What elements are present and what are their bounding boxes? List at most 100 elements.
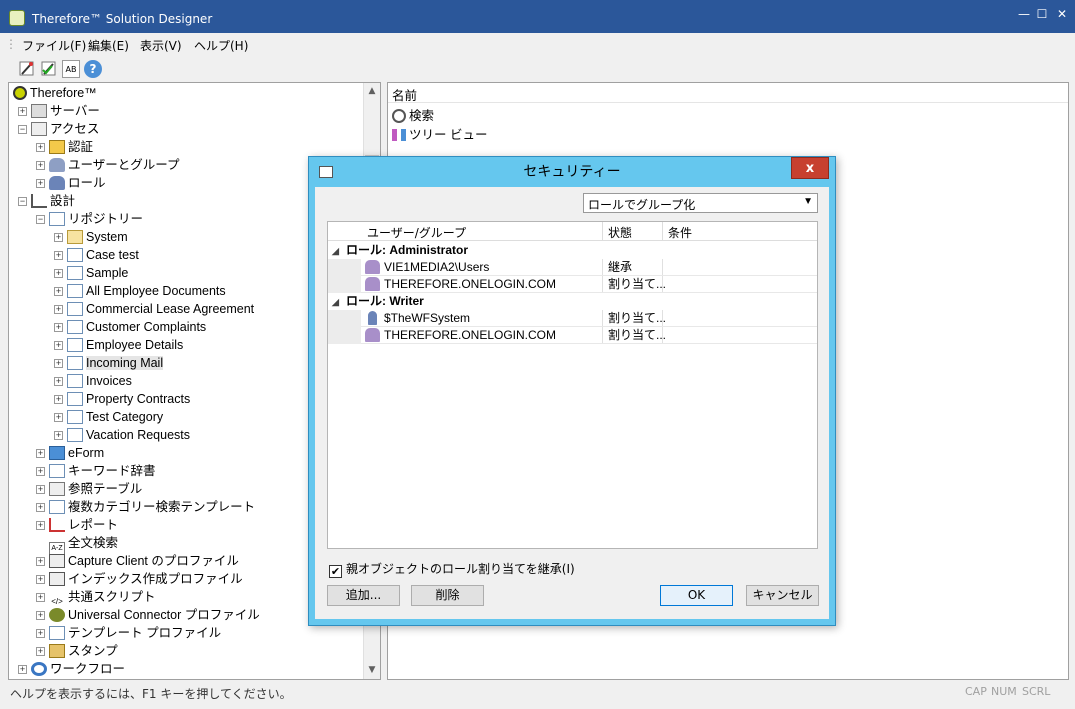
list-column-name[interactable]: 名前 <box>388 83 1068 103</box>
wand-check-icon[interactable] <box>40 60 58 78</box>
menu-edit[interactable]: 編集(E) <box>88 37 129 54</box>
tree-item-category-selected[interactable]: + Incoming Mail <box>54 354 164 372</box>
tree-item-access[interactable]: − アクセス <box>18 120 99 138</box>
tree-item-category[interactable]: + Sample <box>54 264 128 282</box>
help-icon[interactable]: ? <box>84 60 102 78</box>
text-icon[interactable]: AB <box>62 60 80 78</box>
tree-item-reference-table[interactable]: + 参照テーブル <box>36 480 142 498</box>
tree-item-roles[interactable]: + ロール <box>36 174 106 192</box>
table-row[interactable]: VIE1MEDIA2\Users 継承 <box>328 259 817 276</box>
tree-item-category[interactable]: + System <box>54 228 128 246</box>
tree-item-category[interactable]: + Property Contracts <box>54 390 191 408</box>
tree-item-category[interactable]: + Commercial Lease Agreement <box>54 300 254 318</box>
expand-icon[interactable]: + <box>54 359 63 368</box>
collapse-icon[interactable]: − <box>18 197 27 206</box>
table-row[interactable]: $TheWFSystem 割り当て... <box>328 310 817 327</box>
tree-item-category[interactable]: + Case test <box>54 246 139 264</box>
expand-icon[interactable]: + <box>54 341 63 350</box>
group-row-administrator[interactable]: ◢ ロール: Administrator <box>332 242 468 259</box>
table-row[interactable]: THEREFORE.ONELOGIN.COM 割り当て... <box>328 327 817 344</box>
ok-button[interactable]: OK <box>660 585 733 606</box>
delete-button[interactable]: 削除 <box>411 585 484 606</box>
tree-root[interactable]: Therefore™ <box>13 84 97 102</box>
expand-icon[interactable]: + <box>54 413 63 422</box>
expand-icon[interactable]: + <box>36 521 45 530</box>
list-item-search[interactable]: 検索 <box>392 105 434 124</box>
expand-icon[interactable]: + <box>18 665 27 674</box>
collapse-icon[interactable]: − <box>18 125 27 134</box>
group-by-select[interactable]: ロールでグループ化 ▼ <box>583 193 818 213</box>
column-user-group[interactable]: ユーザー/グループ <box>367 224 466 241</box>
column-status[interactable]: 状態 <box>608 224 632 241</box>
expand-icon[interactable]: + <box>36 467 45 476</box>
scroll-down-icon[interactable]: ▼ <box>364 662 380 679</box>
tree-item-auth[interactable]: + 認証 <box>36 138 93 156</box>
menu-help[interactable]: ヘルプ(H) <box>194 37 248 54</box>
tree-item-category[interactable]: + Invoices <box>54 372 132 390</box>
group-row-writer[interactable]: ◢ ロール: Writer <box>332 293 424 310</box>
tree-item-stamp[interactable]: + スタンプ <box>36 642 118 660</box>
tree-item-eform[interactable]: + eForm <box>36 444 104 462</box>
tree-item-repository[interactable]: − リポジトリー <box>36 210 143 228</box>
scroll-up-icon[interactable]: ▲ <box>364 83 380 100</box>
expand-icon[interactable]: + <box>54 377 63 386</box>
expand-icon[interactable]: + <box>36 143 45 152</box>
expand-icon[interactable]: + <box>54 395 63 404</box>
security-grid[interactable]: ユーザー/グループ 状態 条件 ◢ ロール: Administrator VIE1… <box>327 221 818 549</box>
tree-item-users-groups[interactable]: + ユーザーとグループ <box>36 156 180 174</box>
expand-icon[interactable]: + <box>36 647 45 656</box>
expand-icon[interactable]: + <box>54 269 63 278</box>
expand-icon[interactable]: + <box>54 431 63 440</box>
tree-item-capture-profile[interactable]: + Capture Client のプロファイル <box>36 552 239 570</box>
tree-item-server[interactable]: + サーバー <box>18 102 100 120</box>
add-button[interactable]: 追加... <box>327 585 400 606</box>
table-row[interactable]: THEREFORE.ONELOGIN.COM 割り当て... <box>328 276 817 293</box>
inherit-checkbox[interactable]: ✔ 親オブジェクトのロール割り当てを継承(I) <box>329 560 575 578</box>
checkbox-check-icon[interactable]: ✔ <box>329 565 342 578</box>
tree-item-universal-connector[interactable]: + Universal Connector プロファイル <box>36 606 260 624</box>
tree-item-report[interactable]: + レポート <box>36 516 118 534</box>
tree-item-workflow[interactable]: + ワークフロー <box>18 660 125 678</box>
tree-item-multi-search-template[interactable]: + 複数カテゴリー検索テンプレート <box>36 498 255 516</box>
tree-item-template-profile[interactable]: + テンプレート プロファイル <box>36 624 222 642</box>
expand-icon[interactable]: + <box>54 233 63 242</box>
expand-icon[interactable]: + <box>36 611 45 620</box>
expand-icon[interactable]: + <box>18 107 27 116</box>
expand-icon[interactable]: + <box>36 179 45 188</box>
expand-icon[interactable]: + <box>36 629 45 638</box>
list-item-tree-view[interactable]: ツリー ビュー <box>392 124 487 143</box>
tree-item-category[interactable]: + Customer Complaints <box>54 318 206 336</box>
tree-item-category[interactable]: + Test Category <box>54 408 163 426</box>
wand-icon[interactable] <box>18 60 36 78</box>
tree-item-fulltext[interactable]: A-Z 全文検索 <box>49 534 118 556</box>
expand-icon[interactable]: + <box>36 485 45 494</box>
expand-icon[interactable]: + <box>36 557 45 566</box>
dialog-close-button[interactable]: x <box>791 157 829 179</box>
tree-item-design[interactable]: − 設計 <box>18 192 75 210</box>
close-window-button[interactable]: ✕ <box>1050 6 1074 22</box>
tree-item-common-script[interactable]: + </> 共通スクリプト <box>36 588 156 606</box>
tree-label: テンプレート プロファイル <box>68 626 222 640</box>
cancel-button[interactable]: キャンセル <box>746 585 819 606</box>
expand-icon[interactable]: + <box>54 323 63 332</box>
collapse-group-icon[interactable]: ◢ <box>332 294 346 311</box>
tree-item-indexing-profile[interactable]: + インデックス作成プロファイル <box>36 570 243 588</box>
tree-item-category[interactable]: + Employee Details <box>54 336 183 354</box>
tree-item-keyword-dictionary[interactable]: + キーワード辞書 <box>36 462 156 480</box>
tree-item-category[interactable]: + Vacation Requests <box>54 426 190 444</box>
collapse-icon[interactable]: − <box>36 215 45 224</box>
expand-icon[interactable]: + <box>36 161 45 170</box>
expand-icon[interactable]: + <box>36 503 45 512</box>
tree-label: Property Contracts <box>86 392 191 406</box>
tree-item-category[interactable]: + All Employee Documents <box>54 282 226 300</box>
column-condition[interactable]: 条件 <box>668 224 692 241</box>
expand-icon[interactable]: + <box>54 305 63 314</box>
collapse-group-icon[interactable]: ◢ <box>332 243 346 260</box>
menu-view[interactable]: 表示(V) <box>140 37 182 54</box>
menu-file[interactable]: ファイル(F) <box>22 37 86 54</box>
expand-icon[interactable]: + <box>54 251 63 260</box>
expand-icon[interactable]: + <box>36 593 45 602</box>
expand-icon[interactable]: + <box>54 287 63 296</box>
expand-icon[interactable]: + <box>36 449 45 458</box>
expand-icon[interactable]: + <box>36 575 45 584</box>
